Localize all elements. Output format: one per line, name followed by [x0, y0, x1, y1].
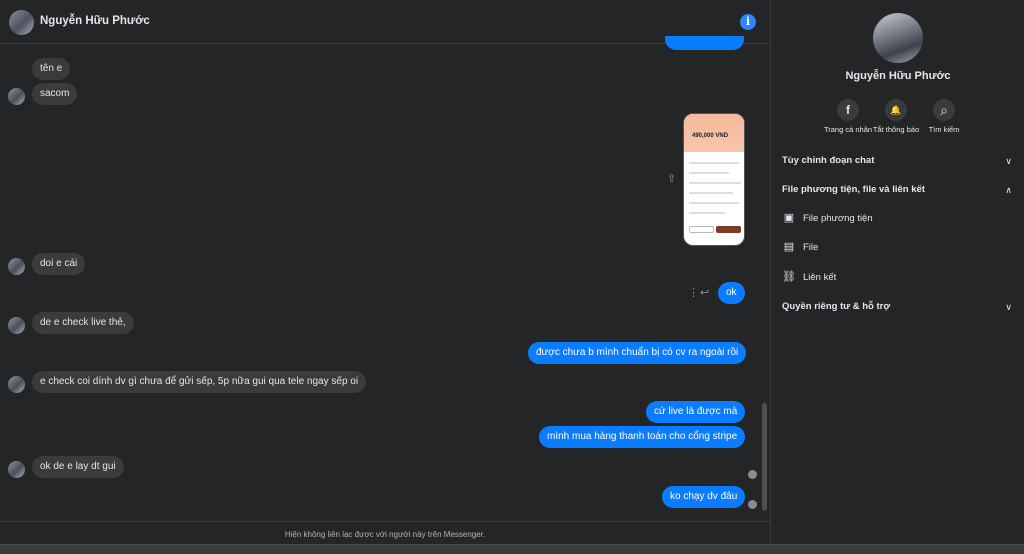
link-item[interactable]: ⛓ Liên kết	[782, 270, 1014, 286]
mute-button[interactable]: 🔔 Tắt thông báo	[871, 99, 921, 134]
section-title: Tùy chỉnh đoạn chat	[782, 155, 875, 166]
mute-label: Tắt thông báo	[872, 125, 920, 134]
message-bubble-incoming[interactable]: ok de e lay dt gui	[32, 456, 124, 478]
seen-avatar-icon	[748, 470, 757, 479]
chevron-down-icon: ∨	[1005, 156, 1012, 166]
avatar	[8, 88, 25, 105]
attachment-price: 490,000 VND	[692, 133, 729, 139]
message-bubble-outgoing[interactable]: ok	[718, 282, 745, 304]
customize-chat-section[interactable]: Tùy chỉnh đoạn chat ∨	[782, 153, 1014, 169]
avatar	[8, 376, 25, 393]
profile-label: Trang cá nhân	[823, 125, 873, 134]
info-icon[interactable]: i	[740, 14, 756, 30]
image-icon: ▣	[783, 212, 795, 225]
reply-icon[interactable]: ↩	[700, 286, 709, 299]
section-title: Quyền riêng tư & hỗ trợ	[782, 301, 891, 312]
file-item[interactable]: ▤ File	[782, 240, 1014, 256]
link-item-label: Liên kết	[803, 272, 837, 283]
link-icon: ⛓	[782, 271, 796, 284]
privacy-support-section[interactable]: Quyền riêng tư & hỗ trợ ∨	[782, 299, 1014, 315]
unavailable-notice: Hiện không liên lạc được với người này t…	[0, 521, 770, 544]
file-item-label: File	[803, 242, 819, 253]
media-files-section[interactable]: File phương tiện, file và liên kết ∧	[782, 182, 1014, 198]
message-bubble-outgoing[interactable]: cứ live là được mà	[646, 401, 746, 423]
avatar	[8, 317, 25, 334]
media-item-label: File phương tiện	[803, 213, 873, 224]
chevron-up-icon: ∧	[1005, 185, 1012, 195]
image-attachment[interactable]: 490,000 VND	[683, 113, 745, 246]
avatar	[8, 258, 25, 275]
message-bubble-outgoing[interactable]: được chưa b mình chuẩn bị có cv ra ngoài…	[528, 342, 747, 364]
profile-avatar[interactable]	[873, 13, 923, 63]
contact-name[interactable]: Nguyễn Hữu Phước	[40, 15, 150, 27]
file-icon: ▤	[783, 241, 795, 254]
message-bubble-incoming[interactable]: tên e	[32, 58, 71, 80]
message-bubble-outgoing[interactable]: mình mua hàng thanh toán cho cổng stripe	[539, 426, 746, 448]
bottom-bar	[0, 544, 1024, 554]
search-label: Tìm kiếm	[928, 125, 960, 134]
chat-panel: Nguyễn Hữu Phước i tên e sacom 490,000 V…	[0, 0, 770, 544]
message-bubble-incoming[interactable]: e check coi dính dv gì chưa để gửi sếp, …	[32, 371, 367, 393]
share-icon[interactable]: ⇪	[667, 172, 679, 185]
conversation-info-panel: Nguyễn Hữu Phước f Trang cá nhân 🔔 Tắt t…	[770, 0, 1024, 544]
chevron-down-icon: ∨	[1005, 302, 1012, 312]
section-title: File phương tiện, file và liên kết	[782, 184, 925, 195]
search-icon: ⌕	[933, 99, 955, 121]
profile-button[interactable]: f Trang cá nhân	[823, 99, 873, 134]
facebook-icon: f	[837, 99, 859, 121]
chat-header: Nguyễn Hữu Phước i	[0, 0, 770, 44]
media-item[interactable]: ▣ File phương tiện	[782, 211, 1014, 227]
bell-icon: 🔔	[885, 99, 907, 121]
avatar[interactable]	[9, 10, 34, 35]
message-bubble-outgoing[interactable]: ko chạy dv đâu	[662, 486, 746, 508]
sent-check-icon	[748, 500, 757, 509]
more-options-icon[interactable]: ⋮	[688, 286, 699, 299]
avatar	[8, 461, 25, 478]
message-bubble-incoming[interactable]: sacom	[32, 83, 78, 105]
messenger-app: Nguyễn Hữu Phước i tên e sacom 490,000 V…	[0, 0, 1024, 554]
message-bubble-incoming[interactable]: doi e cái	[32, 253, 86, 275]
message-bubble-outgoing[interactable]	[665, 36, 744, 50]
search-button[interactable]: ⌕ Tìm kiếm	[919, 99, 969, 134]
profile-name: Nguyễn Hữu Phước	[845, 70, 951, 82]
scrollbar-thumb[interactable]	[762, 403, 767, 511]
message-bubble-incoming[interactable]: de e check live thẻ,	[32, 312, 134, 334]
